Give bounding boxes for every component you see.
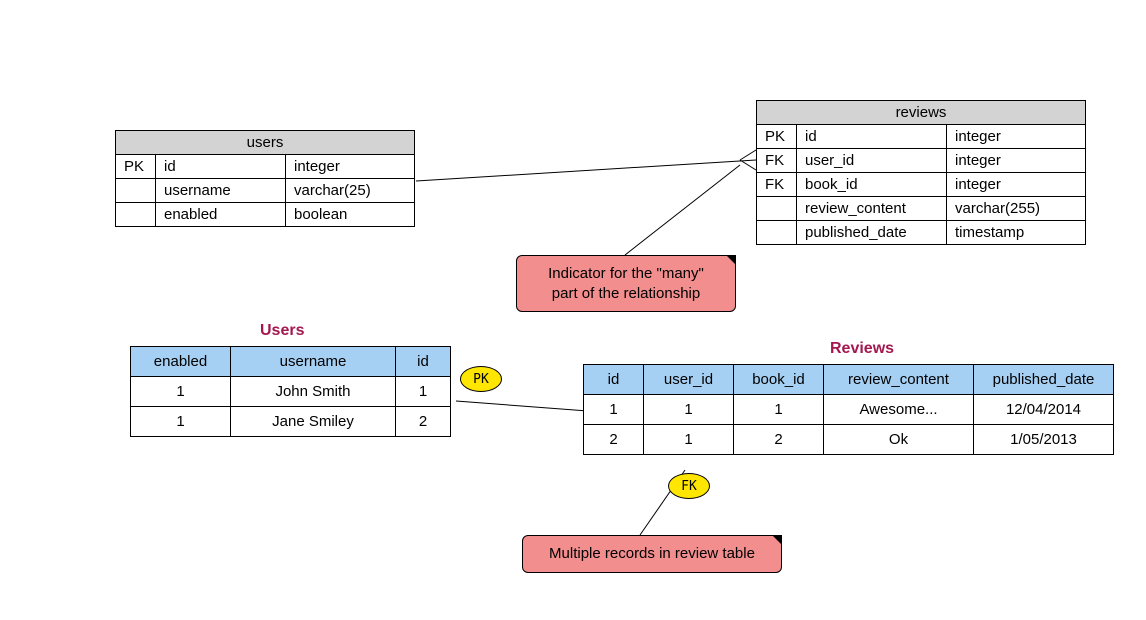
data-reviews-r1c1: 1 bbox=[644, 425, 734, 455]
schema-users-row-1-key bbox=[116, 179, 156, 203]
data-reviews-r0c2: 1 bbox=[734, 395, 824, 425]
schema-reviews-row-0-type: integer bbox=[947, 125, 1086, 149]
data-reviews: id user_id book_id review_content publis… bbox=[583, 364, 1114, 455]
data-users-h2: id bbox=[396, 347, 451, 377]
data-users-r1c2: 2 bbox=[396, 407, 451, 437]
data-users-h0: enabled bbox=[131, 347, 231, 377]
data-reviews-h4: published_date bbox=[974, 365, 1114, 395]
schema-users-row-2-key bbox=[116, 203, 156, 227]
schema-users-row-1-type: varchar(25) bbox=[286, 179, 415, 203]
data-reviews-h1: user_id bbox=[644, 365, 734, 395]
schema-users-title: users bbox=[116, 131, 415, 155]
data-reviews-h2: book_id bbox=[734, 365, 824, 395]
data-reviews-title: Reviews bbox=[830, 340, 894, 358]
schema-reviews-row-3-name: review_content bbox=[797, 197, 947, 221]
data-reviews-r1c3: Ok bbox=[824, 425, 974, 455]
schema-reviews-row-3-key bbox=[757, 197, 797, 221]
schema-users-row-1-name: username bbox=[156, 179, 286, 203]
data-reviews-r1c4: 1/05/2013 bbox=[974, 425, 1114, 455]
pk-badge: PK bbox=[460, 366, 502, 392]
schema-reviews-row-3-type: varchar(255) bbox=[947, 197, 1086, 221]
schema-users-row-0-name: id bbox=[156, 155, 286, 179]
schema-reviews-row-4-type: timestamp bbox=[947, 221, 1086, 245]
data-reviews-r0c1: 1 bbox=[644, 395, 734, 425]
schema-users-row-2-name: enabled bbox=[156, 203, 286, 227]
schema-reviews-row-4-name: published_date bbox=[797, 221, 947, 245]
data-reviews-r0c0: 1 bbox=[584, 395, 644, 425]
data-reviews-r1c0: 2 bbox=[584, 425, 644, 455]
schema-reviews-row-1-type: integer bbox=[947, 149, 1086, 173]
schema-reviews-row-2-name: book_id bbox=[797, 173, 947, 197]
schema-users: users PK id integer username varchar(25)… bbox=[115, 130, 415, 227]
data-reviews-h3: review_content bbox=[824, 365, 974, 395]
callout-multiple-records: Multiple records in review table bbox=[522, 535, 782, 573]
fk-badge: FK bbox=[668, 473, 710, 499]
data-reviews-r1c2: 2 bbox=[734, 425, 824, 455]
data-users-h1: username bbox=[231, 347, 396, 377]
schema-reviews-title: reviews bbox=[757, 101, 1086, 125]
data-users-r0c0: 1 bbox=[131, 377, 231, 407]
schema-reviews-row-1-key: FK bbox=[757, 149, 797, 173]
data-users-r1c1: Jane Smiley bbox=[231, 407, 396, 437]
data-reviews-r0c4: 12/04/2014 bbox=[974, 395, 1114, 425]
data-users-r0c2: 1 bbox=[396, 377, 451, 407]
schema-reviews-row-0-name: id bbox=[797, 125, 947, 149]
callout-many-indicator: Indicator for the "many" part of the rel… bbox=[516, 255, 736, 312]
data-users-r1c0: 1 bbox=[131, 407, 231, 437]
schema-users-row-2-type: boolean bbox=[286, 203, 415, 227]
schema-reviews-row-4-key bbox=[757, 221, 797, 245]
data-users-r0c1: John Smith bbox=[231, 377, 396, 407]
schema-reviews-row-2-type: integer bbox=[947, 173, 1086, 197]
data-users-title: Users bbox=[260, 322, 304, 340]
schema-reviews-row-1-name: user_id bbox=[797, 149, 947, 173]
data-reviews-r0c3: Awesome... bbox=[824, 395, 974, 425]
schema-users-row-0-key: PK bbox=[116, 155, 156, 179]
data-users: enabled username id 1 John Smith 1 1 Jan… bbox=[130, 346, 451, 437]
schema-reviews-row-2-key: FK bbox=[757, 173, 797, 197]
schema-reviews-row-0-key: PK bbox=[757, 125, 797, 149]
schema-reviews: reviews PK id integer FK user_id integer… bbox=[756, 100, 1086, 245]
data-reviews-h0: id bbox=[584, 365, 644, 395]
schema-users-row-0-type: integer bbox=[286, 155, 415, 179]
